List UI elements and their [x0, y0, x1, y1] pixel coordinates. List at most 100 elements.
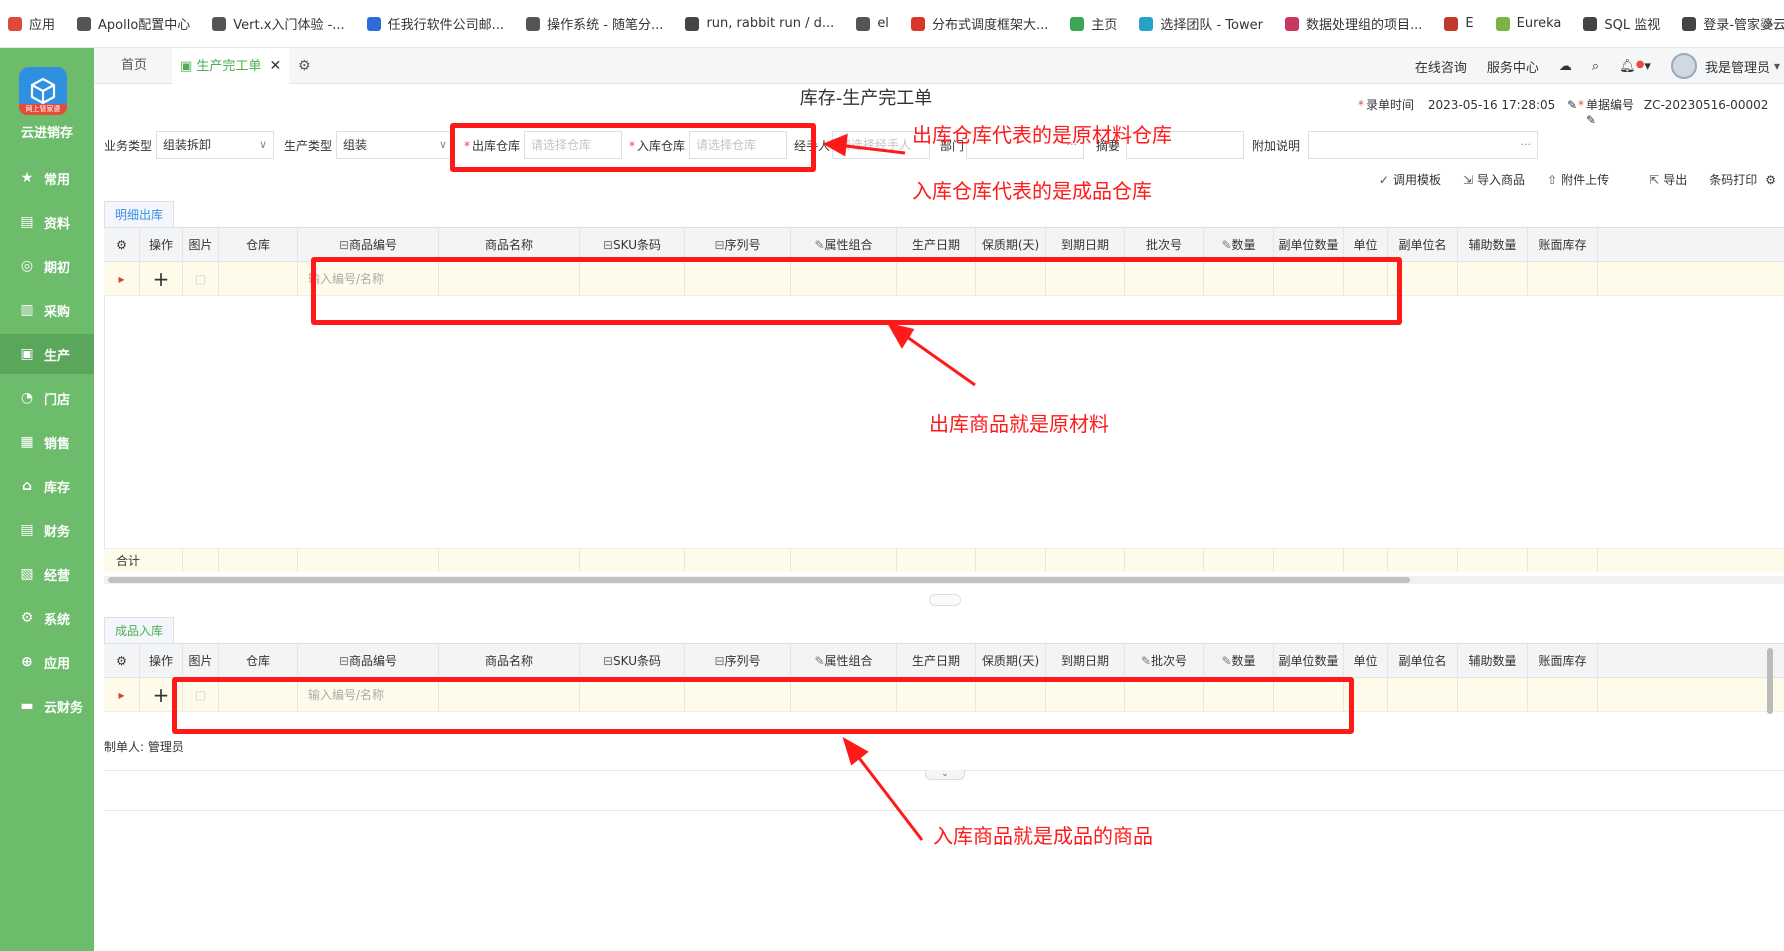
- column-header[interactable]: ⊟ SKU条码: [580, 644, 685, 677]
- table-cell[interactable]: [1528, 678, 1598, 711]
- bookmark-favicon-icon: [526, 16, 541, 31]
- vertical-scrollbar[interactable]: [1767, 648, 1773, 714]
- bookmark-item[interactable]: 应用: [8, 14, 55, 33]
- service-center-link[interactable]: 服务中心: [1487, 57, 1539, 76]
- column-header[interactable]: ✎ 属性组合: [791, 644, 897, 677]
- tab-home[interactable]: 首页: [121, 48, 147, 84]
- bookmark-item[interactable]: Apollo配置中心: [77, 14, 190, 33]
- bookmark-item[interactable]: Vert.x入门体验 -...: [212, 14, 345, 33]
- column-tool-icon: ✎: [1221, 237, 1232, 252]
- sidebar-item[interactable]: ▣ 生产: [0, 334, 94, 374]
- action-toolbar: ✓ 调用模板 ⇲ 导入商品 ⇧ 附件上传 ⇱ 导出 条码打印 ⚙: [1379, 171, 1784, 188]
- sidebar-item[interactable]: ◔ 门店: [0, 378, 94, 418]
- column-header[interactable]: 仓库: [219, 228, 298, 261]
- column-header[interactable]: 商品名称: [439, 644, 580, 677]
- edit-icon[interactable]: ✎: [1567, 98, 1577, 112]
- table-cell[interactable]: [1388, 678, 1458, 711]
- tab-settings-icon[interactable]: ⚙: [298, 48, 311, 84]
- sidebar-item[interactable]: ▦ 销售: [0, 422, 94, 462]
- avatar[interactable]: [1670, 53, 1697, 79]
- sidebar-item[interactable]: ▤ 资料: [0, 202, 94, 242]
- sidebar-item-label: 门店: [44, 392, 71, 408]
- column-settings-icon[interactable]: ⚙: [104, 644, 140, 677]
- barcode-print-button[interactable]: 条码打印: [1709, 171, 1757, 188]
- column-header[interactable]: 到期日期: [1046, 644, 1125, 677]
- chevron-down-icon[interactable]: ▾: [1774, 59, 1780, 73]
- bookmark-item[interactable]: 任我行软件公司邮...: [366, 14, 504, 33]
- image-placeholder-icon[interactable]: ▢: [183, 262, 219, 295]
- sidebar-item[interactable]: ▥ 采购: [0, 290, 94, 330]
- column-header[interactable]: 操作: [140, 644, 183, 677]
- search-icon[interactable]: ⌕: [1592, 59, 1599, 74]
- template-button[interactable]: ✓ 调用模板: [1379, 171, 1441, 188]
- entry-time-value[interactable]: 2023-05-16 17:28:05: [1428, 98, 1555, 112]
- user-name[interactable]: 我是管理员: [1705, 57, 1770, 76]
- column-header[interactable]: 图片: [183, 644, 219, 677]
- attach-upload-button[interactable]: ⇧ 附件上传: [1547, 171, 1609, 188]
- doc-number-value[interactable]: ZC-20230516-00002: [1644, 98, 1769, 112]
- more-bookmarks-icon[interactable]: »: [1764, 14, 1774, 33]
- column-header[interactable]: 单位: [1344, 644, 1388, 677]
- column-header[interactable]: 账面库存: [1528, 228, 1598, 261]
- bookmark-item[interactable]: 主页: [1070, 14, 1117, 33]
- tab-production-completion[interactable]: ▣ 生产完工单 ✕: [172, 48, 290, 84]
- column-header[interactable]: ⊟ 序列号: [685, 644, 791, 677]
- column-header[interactable]: 生产日期: [897, 644, 976, 677]
- column-header[interactable]: ⊟ 商品编号: [298, 644, 439, 677]
- table-cell[interactable]: [1458, 678, 1528, 711]
- bookmark-item[interactable]: 选择团队 - Tower: [1139, 14, 1263, 33]
- horizontal-scrollbar[interactable]: [104, 576, 1784, 584]
- bookmark-item[interactable]: 数据处理组的项目...: [1284, 14, 1422, 33]
- column-header[interactable]: 副单位名: [1388, 644, 1458, 677]
- table-cell[interactable]: [1528, 262, 1598, 295]
- sidebar-item[interactable]: ▬ 云财务: [0, 686, 94, 726]
- bookmark-item[interactable]: el: [856, 16, 889, 31]
- biz-type-value: 组装拆卸: [163, 138, 212, 152]
- bookmark-item[interactable]: Eureka: [1495, 16, 1561, 31]
- column-header[interactable]: 副单位数量: [1274, 644, 1344, 677]
- online-consult-link[interactable]: 在线咨询: [1415, 57, 1467, 76]
- close-icon[interactable]: ✕: [269, 58, 281, 74]
- biz-type-select[interactable]: 组装拆卸 ∨: [156, 131, 274, 159]
- bookmark-item[interactable]: SQL 监视: [1583, 14, 1660, 33]
- column-header[interactable]: 图片: [183, 228, 219, 261]
- sidebar-item[interactable]: ⚙ 系统: [0, 598, 94, 638]
- table-cell[interactable]: [1458, 262, 1528, 295]
- prod-type-select[interactable]: 组装 ∨: [336, 131, 454, 159]
- scroll-thumb[interactable]: [108, 577, 1410, 583]
- sidebar-item[interactable]: ★ 常用: [0, 158, 94, 198]
- table-cell[interactable]: [219, 262, 298, 295]
- column-header[interactable]: 保质期(天): [976, 644, 1046, 677]
- bell-icon[interactable]: 🔔︎●▾: [1619, 59, 1651, 74]
- bookmark-item[interactable]: 操作系统 - 随笔分...: [526, 14, 663, 33]
- bookmark-item[interactable]: E: [1444, 16, 1474, 31]
- resize-handle[interactable]: [929, 594, 961, 606]
- column-header-label: 序列号: [724, 238, 761, 252]
- bookmark-item[interactable]: 分布式调度框架大...: [910, 14, 1048, 33]
- more-icon[interactable]: ···: [1521, 132, 1532, 158]
- export-button[interactable]: ⇱ 导出: [1649, 171, 1687, 188]
- column-header[interactable]: 辅助数量: [1458, 644, 1528, 677]
- bookmark-item[interactable]: run, rabbit run / d...: [685, 16, 834, 31]
- column-settings-icon[interactable]: ⚙: [104, 228, 140, 261]
- edit-icon[interactable]: ✎: [1586, 113, 1596, 127]
- sidebar-item[interactable]: ▧ 经营: [0, 554, 94, 594]
- column-header[interactable]: 仓库: [219, 644, 298, 677]
- sidebar-item[interactable]: ⌂ 库存: [0, 466, 94, 506]
- column-header[interactable]: 操作: [140, 228, 183, 261]
- sidebar-item[interactable]: ▤ 财务: [0, 510, 94, 550]
- gear-icon[interactable]: ⚙: [1765, 171, 1776, 188]
- add-row-button[interactable]: +: [140, 262, 183, 295]
- column-header[interactable]: ✎ 批次号: [1125, 644, 1204, 677]
- extra-input[interactable]: ···: [1308, 131, 1538, 159]
- import-goods-button[interactable]: ⇲ 导入商品: [1463, 171, 1525, 188]
- sidebar-item[interactable]: ⊕ 应用: [0, 642, 94, 682]
- cloud-icon[interactable]: ☁: [1559, 59, 1572, 74]
- sidebar-item[interactable]: ◎ 期初: [0, 246, 94, 286]
- tab-finished-in[interactable]: 成品入库: [104, 617, 175, 643]
- column-header[interactable]: ✎ 数量: [1204, 644, 1274, 677]
- tab-detail-out[interactable]: 明细出库: [104, 201, 175, 227]
- column-header[interactable]: 辅助数量: [1458, 228, 1528, 261]
- column-header[interactable]: 账面库存: [1528, 644, 1598, 677]
- collapse-toggle[interactable]: ⌄: [925, 770, 965, 780]
